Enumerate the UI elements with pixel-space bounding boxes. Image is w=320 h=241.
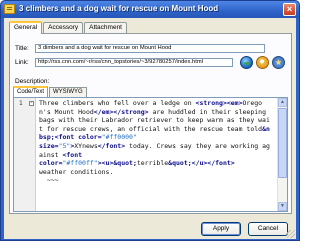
scroll-down-icon[interactable]: ▼ (278, 202, 287, 211)
line-number: 1 (19, 100, 23, 107)
code-entity-quot: &quot; (113, 159, 137, 168)
code-text-7: weather conditions. (39, 167, 114, 176)
title-bar[interactable]: 3 climbers and a dog wait for rescue on … (1, 1, 299, 18)
resize-grip-icon[interactable] (287, 230, 295, 238)
dialog-body: General Accessory Attachment Title: 3 di… (4, 18, 296, 239)
code-text-6: terrible (136, 159, 169, 168)
title-label: Title: (15, 45, 29, 52)
code-tag-font2-open: <font (62, 150, 86, 159)
editor-gutter: 1 - (14, 98, 36, 211)
fold-toggle[interactable]: - (29, 101, 34, 106)
general-panel: Title: 3 dimbers and a dog wait for resc… (9, 33, 292, 214)
window-title: 3 climbers and a dog wait for rescue on … (19, 4, 219, 13)
globe-icon[interactable] (240, 56, 253, 69)
code-text-1: Three climbers who fell over a ledge on (39, 99, 196, 107)
code-string-color: "#ff0000" (101, 133, 137, 142)
code-content[interactable]: Three climbers who fell over a ledge on … (39, 99, 272, 185)
code-string-color2: "#ff00ff" (62, 159, 98, 168)
close-icon[interactable]: × (283, 3, 296, 16)
tab-wysiwyg[interactable]: WYSIWYG (49, 87, 87, 97)
editor-tabs: Code/Text WYSIWYG (13, 86, 88, 97)
main-tabs: General Accessory Attachment (9, 21, 128, 34)
link-label: Link: (15, 59, 29, 66)
scroll-thumb[interactable] (278, 108, 287, 178)
description-label: Description: (15, 78, 50, 85)
code-text-4: XYnews (74, 141, 98, 150)
code-tag-strong-open: <strong><em> (195, 99, 243, 107)
code-attr-color2: color= (39, 159, 63, 168)
code-tag-font-open: <font (54, 133, 79, 142)
code-string-size: "5" (58, 141, 71, 150)
editor-scrollbar[interactable]: ▲ ▼ (277, 98, 287, 211)
apply-button[interactable]: Apply (201, 222, 241, 236)
code-editor[interactable]: 1 - Three climbers who fell over a ledge… (13, 97, 288, 212)
cancel-button[interactable]: Cancel (248, 222, 288, 236)
scroll-up-icon[interactable]: ▲ (278, 98, 287, 107)
tab-code-text[interactable]: Code/Text (13, 86, 49, 97)
code-attr-size: size= (39, 141, 59, 150)
tab-attachment[interactable]: Attachment (84, 22, 127, 33)
code-tag-u-close: </u></font> (191, 159, 235, 168)
code-tag-u-open: ><u> (97, 159, 114, 168)
search-icon[interactable] (256, 56, 269, 69)
title-field[interactable]: 3 dimbers and a dog wait for rescue on M… (35, 44, 265, 53)
star-icon[interactable]: ★ (272, 56, 285, 69)
dialog-window: 3 climbers and a dog wait for rescue on … (0, 0, 300, 241)
code-text-8: ~~~ (46, 176, 59, 185)
code-tag-strong-close: </em></strong> (93, 107, 149, 116)
tab-general[interactable]: General (9, 21, 43, 34)
code-entity-quot2: &quot; (168, 159, 192, 168)
app-icon (4, 4, 15, 14)
code-tag-font-close: </font> (97, 141, 126, 150)
code-attr-color: color= (78, 133, 102, 142)
tab-accessory[interactable]: Accessory (43, 22, 84, 33)
link-field[interactable]: http://rss.cnn.com/~r/rss/cnn_topstories… (35, 58, 233, 67)
